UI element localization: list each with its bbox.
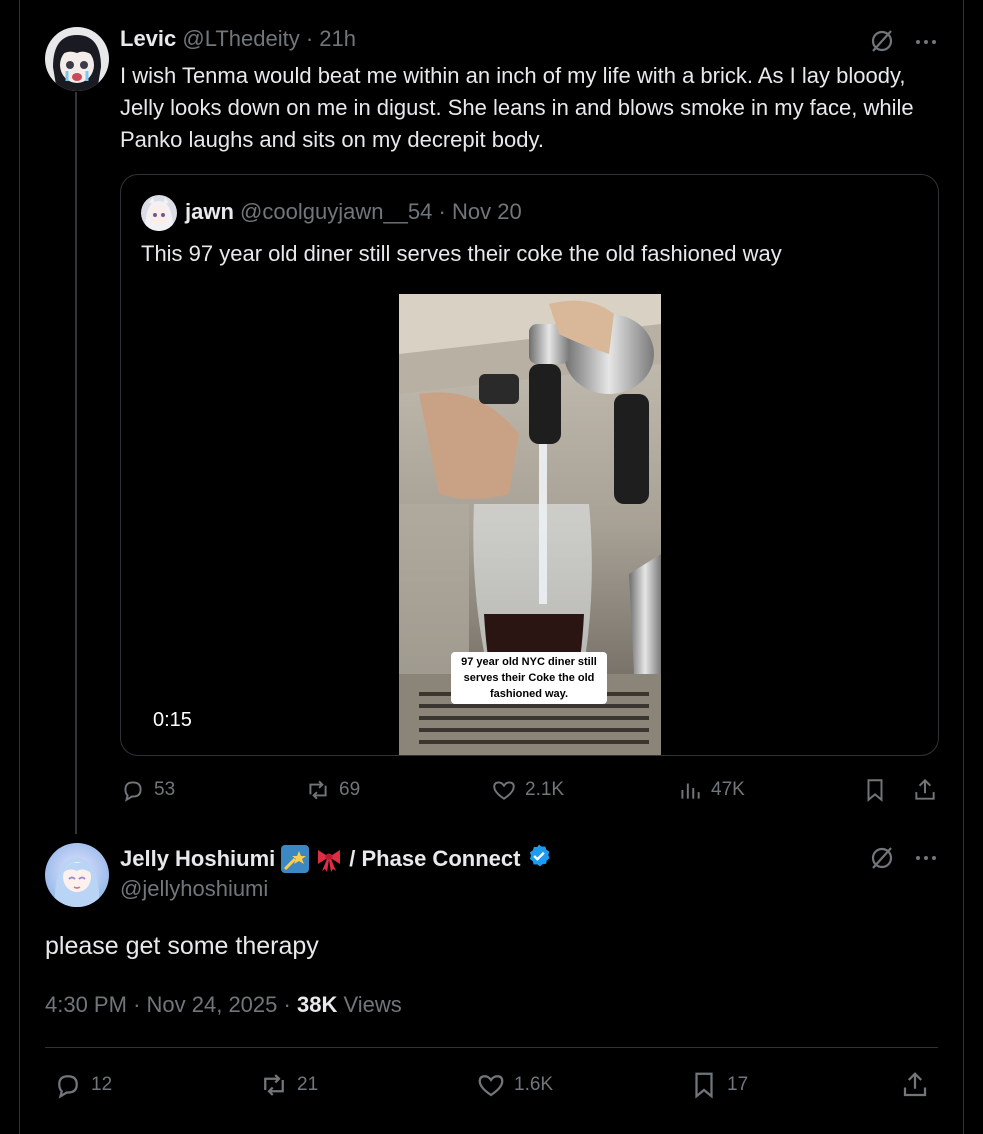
view-count: 47K	[711, 779, 745, 800]
repost-button[interactable]: 69	[305, 777, 360, 803]
reply-button[interactable]: 53	[120, 777, 175, 803]
like-button[interactable]: 2.1K	[491, 777, 564, 803]
quoted-avatar[interactable]	[141, 195, 177, 231]
grok-icon[interactable]	[869, 28, 895, 54]
display-name-suffix[interactable]: / Phase Connect	[349, 846, 520, 872]
handle[interactable]: @jellyhoshiumi	[120, 876, 268, 902]
tweet-header: Jelly Hoshiumi / Phase Connect	[120, 843, 552, 875]
reply-count: 12	[91, 1074, 113, 1095]
reply-icon	[58, 1075, 78, 1099]
share-button[interactable]	[912, 777, 938, 803]
handle[interactable]: @LThedeity	[182, 26, 299, 51]
tweet-meta: 4:30 PM · Nov 24, 2025 · 38K Views	[45, 992, 402, 1017]
views-label: Views	[343, 992, 402, 1017]
video-player[interactable]: 97 year old NYC diner still serves their…	[399, 294, 661, 755]
bookmark-icon	[695, 1072, 713, 1099]
post-date[interactable]: Nov 24, 2025	[147, 992, 278, 1017]
views-count: 38K	[296, 992, 338, 1017]
repost-icon	[309, 780, 327, 800]
reply-button[interactable]: 12	[53, 1070, 112, 1100]
repost-icon	[264, 1074, 284, 1096]
quoted-display-name[interactable]: jawn	[185, 199, 234, 224]
quoted-handle[interactable]: @coolguyjawn__54	[240, 199, 432, 224]
avatar[interactable]	[45, 27, 109, 91]
share-button[interactable]	[900, 1070, 930, 1100]
like-count: 1.6K	[514, 1074, 554, 1095]
bookmark-button[interactable]: 17	[689, 1070, 748, 1100]
display-name[interactable]: Jelly Hoshiumi	[120, 846, 275, 872]
ribbon-emoji-icon	[315, 845, 343, 873]
repost-count: 69	[339, 779, 361, 800]
quoted-text: This 97 year old diner still serves thei…	[141, 241, 782, 266]
divider	[45, 1047, 938, 1048]
analytics-icon	[681, 783, 700, 799]
more-icon[interactable]	[914, 30, 938, 54]
heart-icon	[493, 781, 515, 800]
bookmark-icon	[867, 779, 883, 802]
reply-icon	[124, 781, 142, 802]
like-button[interactable]: 1.6K	[476, 1070, 553, 1100]
avatar[interactable]	[45, 843, 109, 907]
tweet-text: I wish Tenma would beat me within an inc…	[120, 63, 914, 152]
column-border-left	[19, 0, 20, 1134]
timestamp[interactable]: 21h	[319, 26, 356, 51]
repost-button[interactable]: 21	[259, 1070, 318, 1100]
quoted-date[interactable]: Nov 20	[452, 199, 522, 224]
video-duration: 0:15	[153, 709, 192, 731]
verified-badge-icon[interactable]	[526, 843, 552, 875]
share-icon	[915, 778, 935, 800]
bookmark-count: 17	[727, 1074, 749, 1095]
thread-connector-line	[75, 92, 77, 834]
bookmark-button[interactable]	[862, 777, 888, 803]
more-icon[interactable]	[914, 846, 938, 870]
quoted-tweet-card[interactable]: jawn @coolguyjawn__54 · Nov 20 This 97 y…	[120, 174, 939, 756]
tweet-text: please get some therapy	[45, 932, 319, 960]
video-caption: 97 year old NYC diner still serves their…	[451, 652, 607, 704]
share-icon	[903, 1072, 927, 1097]
like-count: 2.1K	[525, 779, 565, 800]
heart-icon	[478, 1075, 504, 1097]
repost-count: 21	[297, 1074, 319, 1095]
separator-dot: ·	[305, 26, 314, 51]
views-button[interactable]: 47K	[677, 777, 745, 803]
quoted-header: jawn @coolguyjawn__54 · Nov 20	[185, 199, 522, 225]
tweet-header: Levic @LThedeity · 21h	[120, 26, 356, 52]
grok-icon[interactable]	[869, 845, 895, 871]
shooting-star-emoji-icon	[281, 845, 310, 873]
post-time[interactable]: 4:30 PM	[45, 992, 127, 1017]
reply-count: 53	[154, 779, 176, 800]
separator-dot: ·	[438, 199, 446, 224]
display-name[interactable]: Levic	[120, 26, 176, 51]
column-border-right	[963, 0, 964, 1134]
